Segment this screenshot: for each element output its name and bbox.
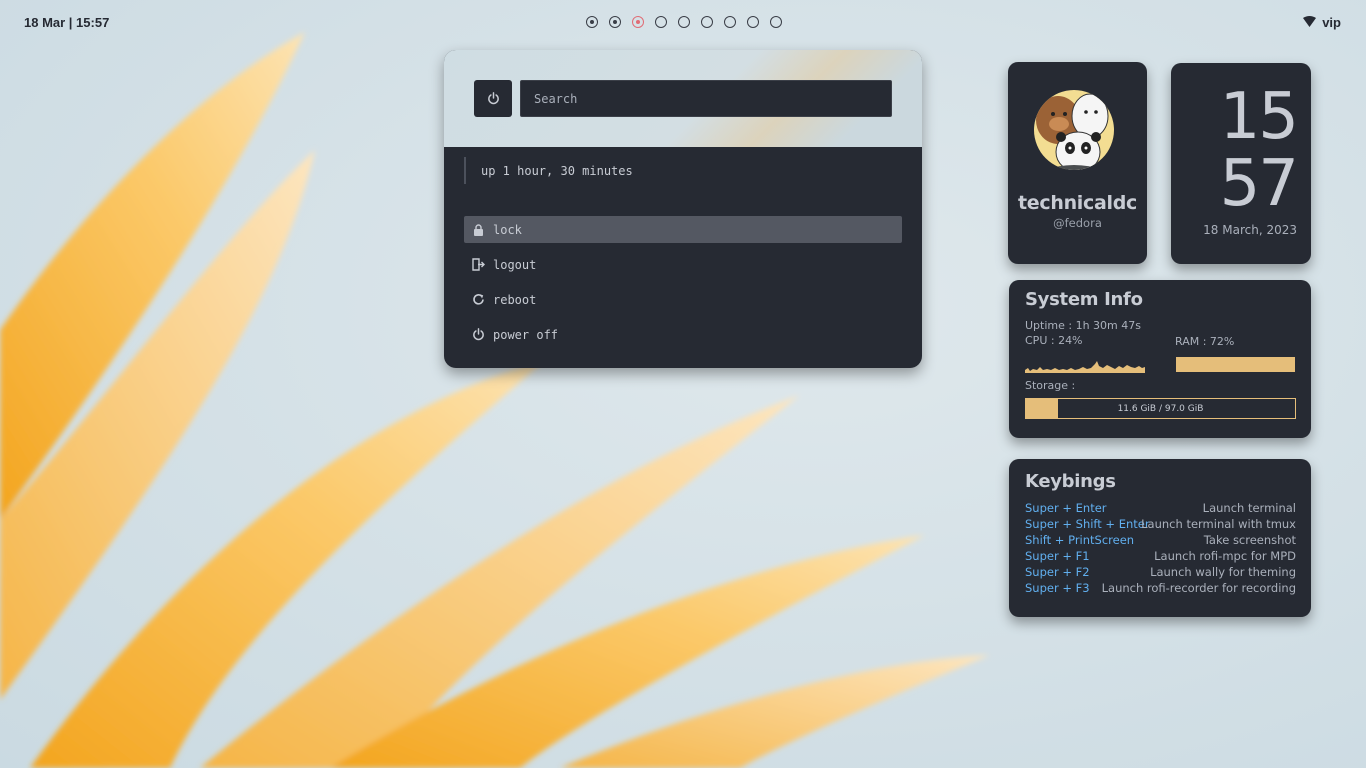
menu-item-label: power off [493, 327, 559, 342]
menu-item-power-off[interactable]: power off [464, 321, 902, 348]
clock-hours: 15 [1219, 80, 1299, 154]
keybind-key: Super + F2 [1025, 565, 1090, 579]
workspace-3-indicator[interactable] [632, 16, 644, 28]
network-name: vip [1322, 15, 1341, 30]
menu-item-label: reboot [493, 292, 537, 307]
keybind-action: Launch rofi-mpc for MPD [1154, 549, 1296, 563]
profile-username: technicaldc [1018, 192, 1137, 214]
menu-item-logout[interactable]: logout [464, 251, 902, 278]
clock-date: 18 March, 2023 [1203, 223, 1297, 237]
ram-usage-bar [1176, 357, 1295, 372]
workspace-9-indicator[interactable] [770, 16, 782, 28]
menu-item-reboot[interactable]: reboot [464, 286, 902, 313]
lock-icon [471, 223, 485, 237]
profile-widget: technicaldc @fedora [1008, 62, 1147, 264]
keybind-action: Launch terminal [1202, 501, 1296, 515]
keybind-key: Super + F1 [1025, 549, 1090, 563]
workspace-indicators [586, 16, 782, 30]
wifi-icon [1303, 15, 1317, 30]
keybinds-title: Keybings [1025, 471, 1116, 492]
storage-label: Storage : [1025, 379, 1076, 392]
workspace-4-indicator[interactable] [655, 16, 667, 28]
storage-usage-bar: 11.6 GiB / 97.0 GiB [1025, 398, 1296, 419]
power-icon [471, 328, 485, 342]
keybind-action: Launch rofi-recorder for recording [1101, 581, 1296, 595]
cpu-label: CPU : 24% [1025, 334, 1083, 347]
keybinds-widget: Keybings Super + Enter Launch terminal S… [1009, 459, 1311, 617]
cpu-usage-graph [1025, 361, 1145, 373]
workspace-6-indicator[interactable] [701, 16, 713, 28]
keybind-key: Super + F3 [1025, 581, 1090, 595]
power-icon [487, 92, 499, 105]
keybind-action: Launch wally for theming [1150, 565, 1296, 579]
workspace-1-indicator[interactable] [586, 16, 598, 28]
workspace-2-indicator[interactable] [609, 16, 621, 28]
keybind-row: Super + Enter Launch terminal [1025, 501, 1296, 517]
keybind-row: Super + F2 Launch wally for theming [1025, 565, 1296, 581]
keybind-action: Launch terminal with tmux [1141, 517, 1296, 531]
keybind-action: Take screenshot [1203, 533, 1296, 547]
power-menu-button[interactable] [474, 80, 512, 117]
storage-usage-text: 11.6 GiB / 97.0 GiB [1117, 403, 1204, 414]
power-menu-header [444, 50, 922, 147]
keybind-row: Super + F1 Launch rofi-mpc for MPD [1025, 549, 1296, 565]
search-input[interactable] [520, 80, 892, 117]
keybind-key: Super + Enter [1025, 501, 1107, 515]
avatar [1034, 90, 1114, 170]
keybind-key: Super + Shift + Enter [1025, 517, 1150, 531]
system-info-title: System Info [1025, 289, 1143, 310]
profile-handle: @fedora [1053, 216, 1102, 230]
keybind-row: Super + Shift + Enter Launch terminal wi… [1025, 517, 1296, 533]
logout-icon [471, 258, 485, 272]
network-indicator[interactable]: vip [1303, 15, 1341, 30]
uptime-label: Uptime : 1h 30m 47s [1025, 319, 1141, 332]
uptime-message: up 1 hour, 30 minutes [464, 157, 633, 184]
keybind-row: Shift + PrintScreen Take screenshot [1025, 533, 1296, 549]
clock-widget: 15 57 18 March, 2023 [1171, 63, 1311, 264]
workspace-7-indicator[interactable] [724, 16, 736, 28]
keybind-row: Super + F3 Launch rofi-recorder for reco… [1025, 581, 1296, 597]
menu-item-lock[interactable]: lock [464, 216, 902, 243]
topbar-clock: 18 Mar | 15:57 [24, 15, 110, 30]
workspace-5-indicator[interactable] [678, 16, 690, 28]
ram-label: RAM : 72% [1175, 335, 1235, 348]
workspace-8-indicator[interactable] [747, 16, 759, 28]
power-menu: up 1 hour, 30 minutes lock logout reboot… [444, 50, 922, 368]
reboot-icon [471, 293, 485, 307]
clock-minutes: 57 [1219, 147, 1299, 221]
system-info-widget: System Info Uptime : 1h 30m 47s CPU : 24… [1009, 280, 1311, 438]
menu-item-label: logout [493, 257, 537, 272]
keybind-key: Shift + PrintScreen [1025, 533, 1135, 547]
menu-item-label: lock [493, 222, 522, 237]
